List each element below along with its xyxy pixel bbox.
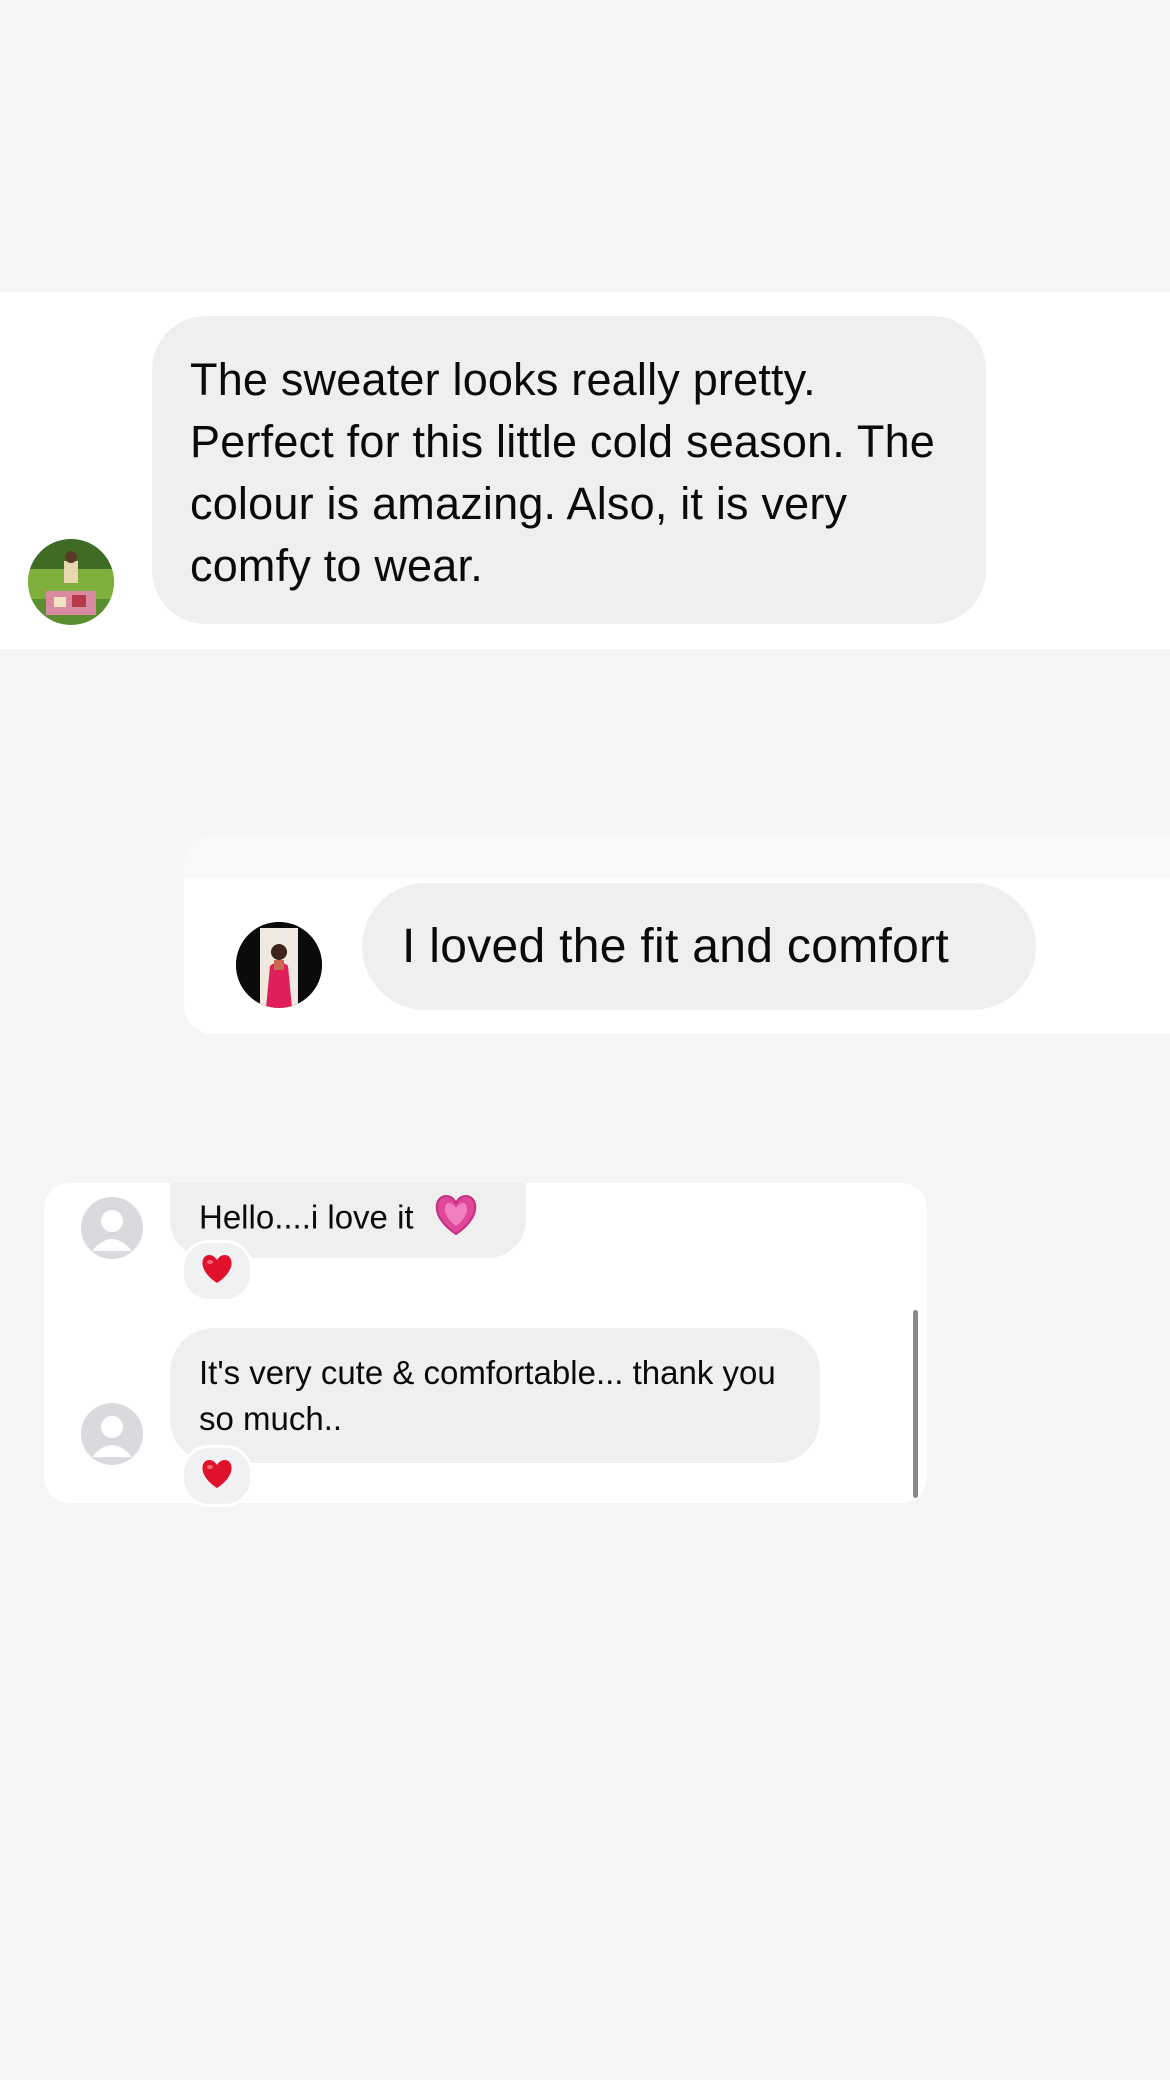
- scrollbar[interactable]: [913, 1310, 918, 1498]
- comment-text-2: I loved the fit and comfort: [402, 920, 950, 973]
- red-heart-icon: [200, 1254, 234, 1289]
- comment-text-1: The sweater looks really pretty. Perfect…: [190, 354, 936, 591]
- comment-bubble-1[interactable]: The sweater looks really pretty. Perfect…: [152, 316, 986, 624]
- default-user-avatar[interactable]: [81, 1197, 143, 1259]
- card-top-band: [184, 836, 1170, 878]
- default-user-avatar[interactable]: [81, 1403, 143, 1465]
- screenshot-collage: The sweater looks really pretty. Perfect…: [0, 0, 1170, 2080]
- red-heart-icon: [200, 1459, 234, 1494]
- pink-heart-icon: [433, 1194, 479, 1246]
- thread-text-1: Hello....i love it: [199, 1198, 414, 1236]
- reaction-badge[interactable]: [181, 1445, 253, 1507]
- reaction-badge[interactable]: [181, 1240, 253, 1302]
- user-photo-avatar[interactable]: [28, 539, 114, 625]
- thread-bubble-2[interactable]: It's very cute & comfortable... thank yo…: [170, 1328, 820, 1463]
- thread-text-2: It's very cute & comfortable... thank yo…: [199, 1354, 776, 1437]
- comment-bubble-2[interactable]: I loved the fit and comfort: [362, 883, 1036, 1010]
- user-photo-avatar[interactable]: [236, 922, 322, 1008]
